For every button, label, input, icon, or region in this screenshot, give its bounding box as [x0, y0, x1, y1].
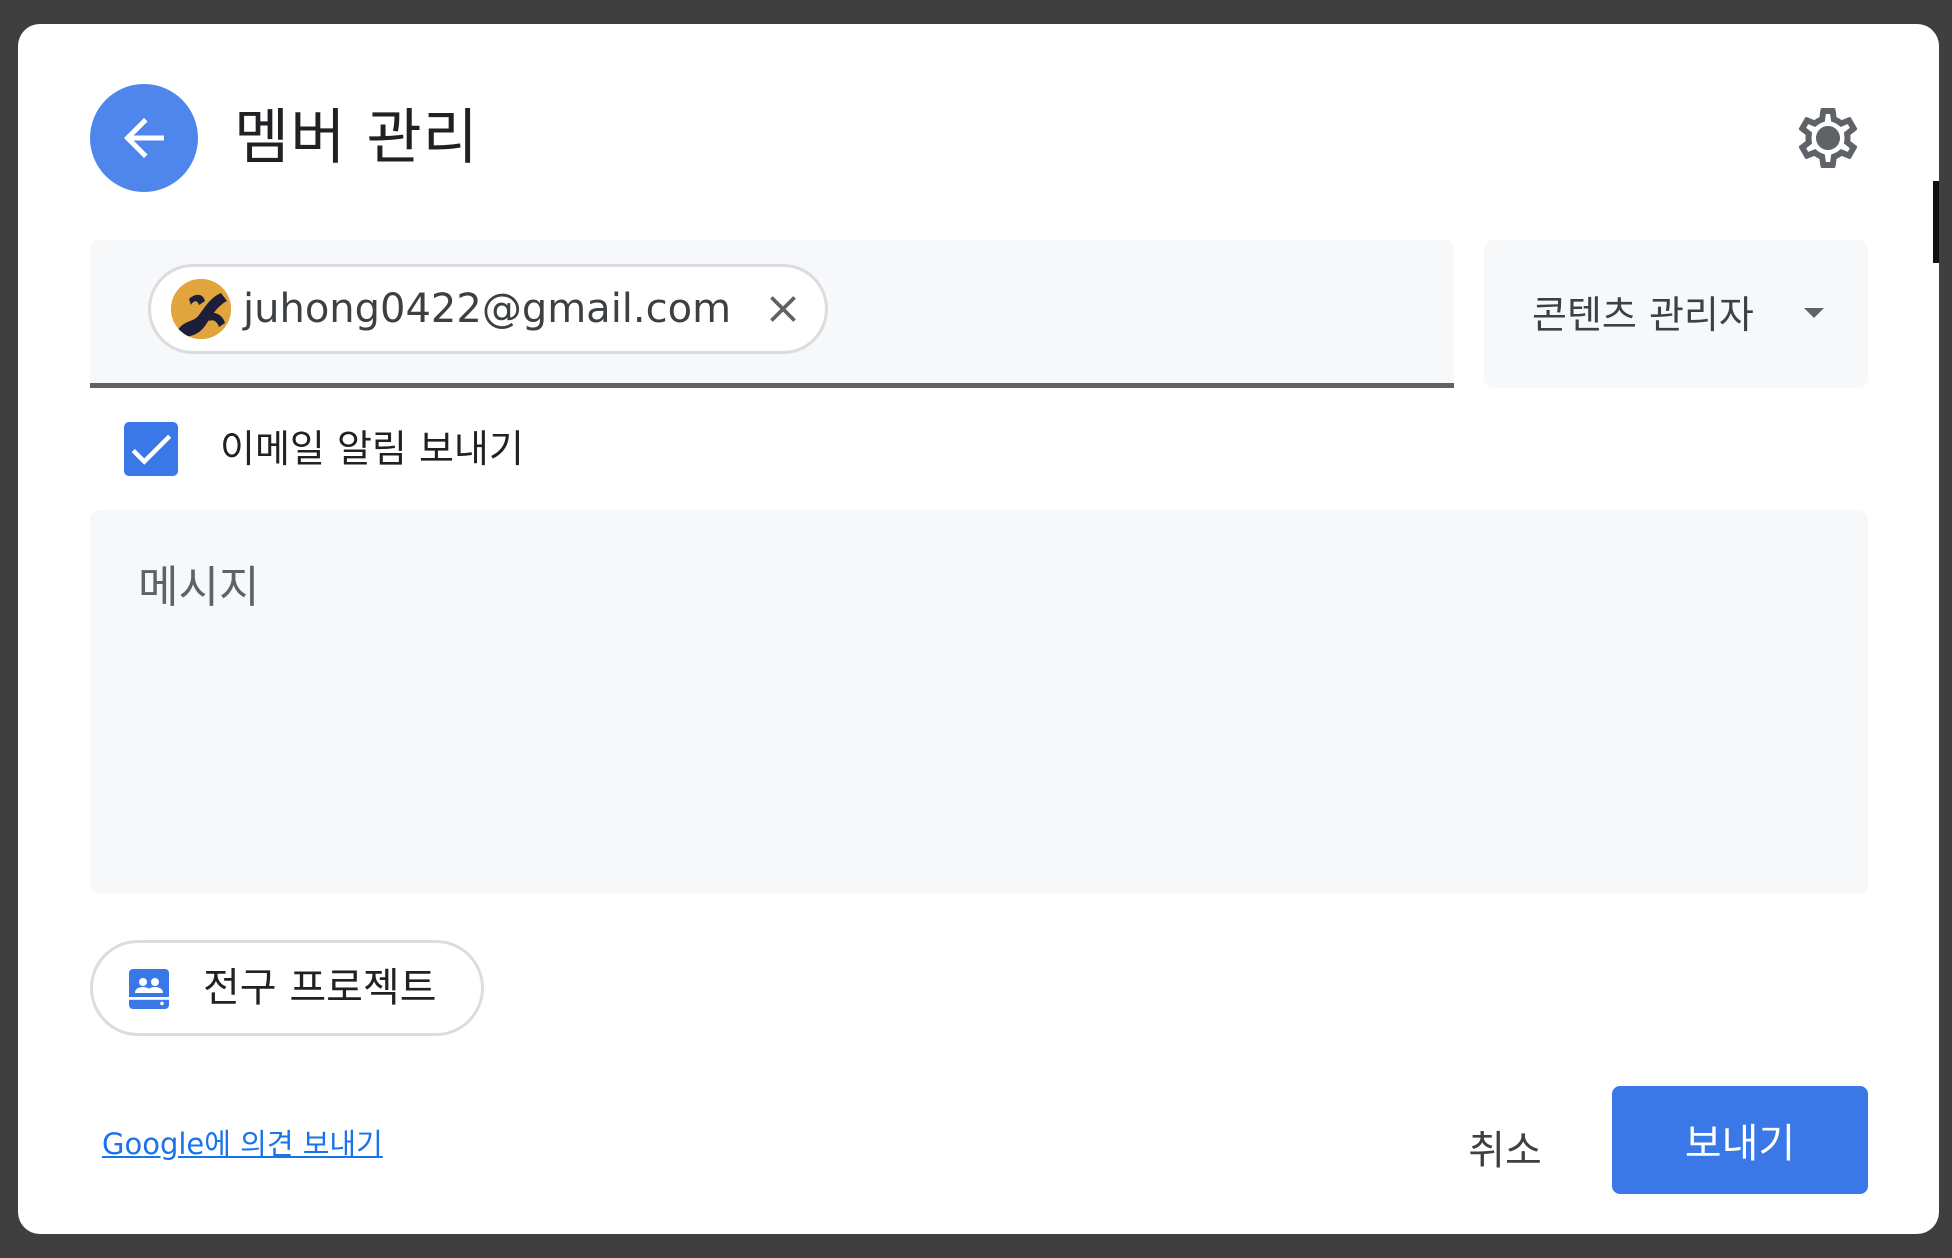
caret-down-icon	[1804, 308, 1824, 318]
recipient-chip[interactable]: juhong0422@gmail.com	[148, 264, 829, 354]
dialog-title: 멤버 관리	[234, 103, 479, 173]
arrow-back-icon	[124, 118, 164, 158]
role-dropdown[interactable]: 콘텐츠 관리자	[1484, 240, 1868, 388]
email-notify-label: 이메일 알림 보내기	[220, 427, 524, 471]
gear-icon[interactable]	[1792, 102, 1864, 174]
user-avatar	[171, 279, 231, 339]
message-field[interactable]	[90, 510, 1868, 894]
cancel-button[interactable]: 취소	[1420, 1102, 1590, 1192]
people-folder-icon	[129, 969, 169, 1009]
email-notify-checkbox[interactable]	[124, 422, 178, 476]
close-icon[interactable]	[761, 287, 805, 331]
recipient-email: juhong0422@gmail.com	[243, 286, 732, 332]
project-chip[interactable]: 전구 프로젝트	[90, 940, 484, 1036]
check-icon	[131, 434, 172, 465]
send-button[interactable]: 보내기	[1612, 1086, 1868, 1194]
send-feedback-link[interactable]: Google에 의견 보내기	[102, 1124, 383, 1164]
scrollbar-thumb[interactable]	[1933, 181, 1939, 263]
member-management-dialog: 멤버 관리 juhong0422@gmail.com 콘텐츠 관리자 이메일 알…	[18, 24, 1939, 1234]
project-name: 전구 프로젝트	[203, 965, 437, 1011]
role-selected-value: 콘텐츠 관리자	[1532, 293, 1754, 337]
message-input[interactable]	[90, 510, 1868, 894]
back-button[interactable]	[90, 84, 198, 192]
recipient-input-field[interactable]: juhong0422@gmail.com	[90, 240, 1454, 388]
